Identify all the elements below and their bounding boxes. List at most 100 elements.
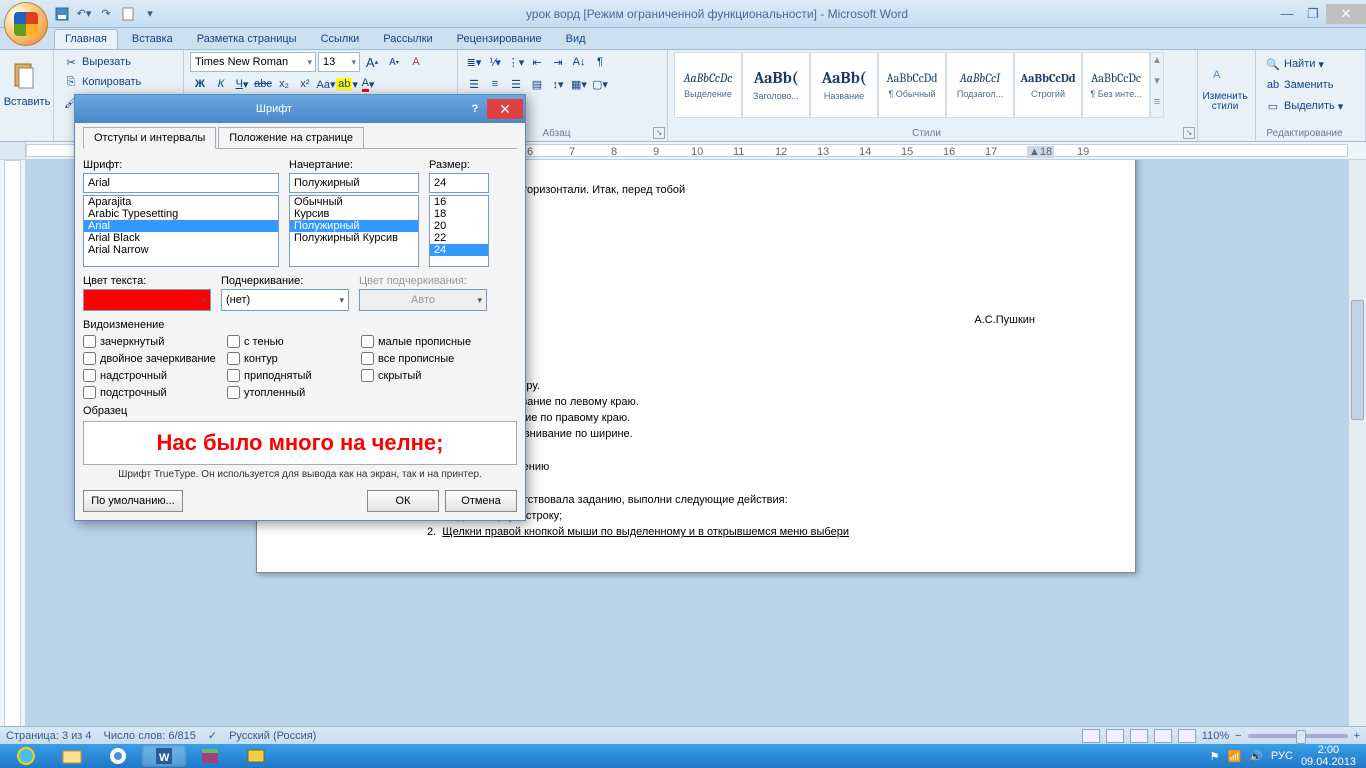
styles-gallery[interactable]: AaBbCcDcВыделение AaBb(Заголово... AaBb(… — [674, 52, 1191, 118]
scrollbar-vertical[interactable] — [1348, 160, 1366, 728]
numbering-button[interactable]: ⅟▾ — [485, 52, 505, 72]
check-emboss[interactable]: приподнятый — [227, 369, 357, 382]
taskbar-winrar-icon[interactable] — [188, 745, 232, 767]
zoom-out-button[interactable]: − — [1235, 730, 1241, 742]
style-strong[interactable]: AaBbCcDdСтрогий — [1014, 52, 1082, 118]
highlight-button[interactable]: ab▾ — [337, 74, 357, 94]
check-engrave[interactable]: утопленный — [227, 386, 357, 399]
check-outline[interactable]: контур — [227, 352, 357, 365]
style-list[interactable]: Обычный Курсив Полужирный Полужирный Кур… — [289, 195, 419, 267]
tray-volume-icon[interactable]: 🔊 — [1249, 750, 1263, 763]
sort-button[interactable]: A↓ — [569, 52, 589, 72]
font-color-button[interactable]: A▾ — [358, 74, 378, 94]
view-outline-button[interactable] — [1154, 729, 1172, 743]
gallery-down-icon[interactable]: ▾ — [1151, 74, 1163, 95]
align-justify-button[interactable]: ▤ — [527, 74, 547, 94]
shrink-font-icon[interactable]: A▾ — [384, 52, 404, 72]
taskbar-ie-icon[interactable] — [4, 745, 48, 767]
align-right-button[interactable]: ☰ — [506, 74, 526, 94]
bold-button[interactable]: Ж — [190, 74, 210, 94]
qat-dropdown-icon[interactable]: ▾ — [140, 4, 160, 24]
font-input[interactable] — [83, 173, 279, 193]
status-proofing-icon[interactable]: ✓ — [208, 729, 217, 742]
save-icon[interactable] — [52, 4, 72, 24]
cancel-button[interactable]: Отмена — [445, 490, 517, 512]
replace-button[interactable]: abЗаменить — [1262, 75, 1359, 95]
cut-button[interactable]: ✂Вырезать — [60, 52, 177, 72]
redo-icon[interactable]: ↷ — [96, 4, 116, 24]
tab-references[interactable]: Ссылки — [311, 30, 370, 49]
view-web-button[interactable] — [1130, 729, 1148, 743]
paste-button[interactable]: Вставить — [6, 52, 48, 118]
new-doc-icon[interactable] — [118, 4, 138, 24]
gallery-more-icon[interactable]: ≡ — [1151, 96, 1163, 117]
font-size-combo[interactable]: 13 — [318, 52, 360, 72]
default-button[interactable]: По умолчанию... — [83, 490, 183, 512]
font-name-combo[interactable]: Times New Roman — [190, 52, 316, 72]
shading-button[interactable]: ▦▾ — [569, 74, 589, 94]
subscript-button[interactable]: x₂ — [274, 74, 294, 94]
dialog-tab-advanced[interactable]: Положение на странице — [218, 127, 364, 149]
underline-combo[interactable]: (нет) — [221, 289, 349, 311]
style-subtitle[interactable]: AaBbCcIПодзагол... — [946, 52, 1014, 118]
tab-insert[interactable]: Вставка — [122, 30, 183, 49]
tray-network-icon[interactable]: 📶 — [1228, 750, 1242, 763]
style-normal[interactable]: AaBbCcDd¶ Обычный — [878, 52, 946, 118]
ruler-vertical[interactable] — [0, 160, 26, 728]
strike-button[interactable]: abc — [253, 74, 273, 94]
check-dstrike[interactable]: двойное зачеркивание — [83, 352, 223, 365]
zoom-in-button[interactable]: + — [1354, 730, 1360, 742]
zoom-slider[interactable] — [1248, 734, 1348, 738]
multilevel-button[interactable]: ⋮▾ — [506, 52, 526, 72]
font-list[interactable]: Aparajita Arabic Typesetting Arial Arial… — [83, 195, 279, 267]
taskbar-word-icon[interactable]: W — [142, 745, 186, 767]
clear-format-icon[interactable]: A — [406, 52, 426, 72]
taskbar-explorer-icon[interactable] — [50, 745, 94, 767]
scrollbar-thumb[interactable] — [1351, 300, 1364, 420]
check-sub[interactable]: подстрочный — [83, 386, 223, 399]
style-nospacing[interactable]: AaBbCcDc¶ Без инте... — [1082, 52, 1150, 118]
status-language[interactable]: Русский (Россия) — [229, 730, 316, 742]
taskbar-movie-icon[interactable] — [234, 745, 278, 767]
maximize-button[interactable]: ❐ — [1300, 4, 1326, 24]
copy-button[interactable]: ⎘Копировать — [60, 72, 177, 92]
dialog-close-button[interactable]: ✕ — [487, 99, 523, 119]
italic-button[interactable]: К — [211, 74, 231, 94]
check-allcaps[interactable]: все прописные — [361, 352, 501, 365]
line-spacing-button[interactable]: ↕▾ — [548, 74, 568, 94]
zoom-level[interactable]: 110% — [1202, 730, 1229, 742]
dialog-titlebar[interactable]: Шрифт ? ✕ — [75, 95, 525, 123]
tab-layout[interactable]: Разметка страницы — [187, 30, 307, 49]
change-case-button[interactable]: Aa▾ — [316, 74, 336, 94]
show-marks-button[interactable]: ¶ — [590, 52, 610, 72]
ok-button[interactable]: ОК — [367, 490, 439, 512]
font-color-combo[interactable] — [83, 289, 211, 311]
tray-language[interactable]: РУС — [1271, 750, 1293, 762]
find-button[interactable]: 🔍Найти ▾ — [1262, 54, 1359, 74]
change-styles-button[interactable]: A Изменить стили — [1204, 52, 1246, 118]
dialog-help-button[interactable]: ? — [463, 99, 487, 119]
taskbar-chrome-icon[interactable] — [96, 745, 140, 767]
check-super[interactable]: надстрочный — [83, 369, 223, 382]
align-center-button[interactable]: ≡ — [485, 74, 505, 94]
status-page[interactable]: Страница: 3 из 4 — [6, 730, 92, 742]
minimize-button[interactable]: — — [1274, 4, 1300, 24]
office-button[interactable] — [4, 2, 48, 46]
tab-home[interactable]: Главная — [54, 29, 118, 49]
styles-launcher-icon[interactable]: ↘ — [1183, 127, 1195, 139]
paragraph-launcher-icon[interactable]: ↘ — [653, 127, 665, 139]
dialog-tab-font[interactable]: Отступы и интервалы — [83, 127, 216, 149]
check-shadow[interactable]: с тенью — [227, 335, 357, 348]
size-input[interactable] — [429, 173, 489, 193]
underline-button[interactable]: Ч▾ — [232, 74, 252, 94]
tab-mailings[interactable]: Рассылки — [373, 30, 442, 49]
tray-flag-icon[interactable]: ⚑ — [1210, 750, 1220, 763]
style-emphasis[interactable]: AaBbCcDcВыделение — [674, 52, 742, 118]
tab-view[interactable]: Вид — [556, 30, 596, 49]
tray-clock[interactable]: 2:00 09.04.2013 — [1301, 744, 1356, 768]
indent-dec-button[interactable]: ⇤ — [527, 52, 547, 72]
gallery-up-icon[interactable]: ▴ — [1151, 53, 1163, 74]
view-draft-button[interactable] — [1178, 729, 1196, 743]
check-strike[interactable]: зачеркнутый — [83, 335, 223, 348]
style-heading[interactable]: AaBb(Заголово... — [742, 52, 810, 118]
